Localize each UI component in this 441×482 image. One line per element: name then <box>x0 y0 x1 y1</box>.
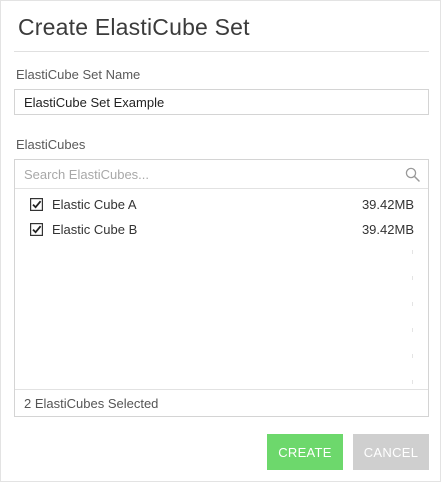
search-bar <box>15 160 428 189</box>
create-button[interactable]: CREATE <box>267 434 343 470</box>
dialog-title: Create ElastiCube Set <box>18 14 250 40</box>
set-name-input[interactable] <box>14 89 429 115</box>
create-elasticube-set-dialog: Create ElastiCube Set ElastiCube Set Nam… <box>0 0 441 482</box>
checkbox-checked-icon[interactable] <box>30 223 43 236</box>
scroll-track[interactable] <box>411 250 414 390</box>
elasticubes-label: ElastiCubes <box>16 137 86 152</box>
title-divider <box>14 51 429 52</box>
search-input[interactable] <box>15 160 395 188</box>
selected-count: 2 ElastiCubes Selected <box>24 396 159 411</box>
cube-size: 39.42MB <box>361 222 414 237</box>
cube-rows: Elastic Cube A 39.42MB Elastic Cube B 39… <box>15 193 428 243</box>
checkbox-checked-icon[interactable] <box>30 198 43 211</box>
cube-name: Elastic Cube B <box>52 222 138 237</box>
list-item[interactable]: Elastic Cube A 39.42MB <box>15 193 428 218</box>
list-footer: 2 ElastiCubes Selected <box>15 389 428 416</box>
elasticubes-list: Elastic Cube A 39.42MB Elastic Cube B 39… <box>14 159 429 417</box>
set-name-label: ElastiCube Set Name <box>16 67 141 82</box>
cube-name: Elastic Cube A <box>52 197 137 212</box>
cube-size: 39.42MB <box>361 197 414 212</box>
cancel-button[interactable]: CANCEL <box>353 434 429 470</box>
list-item[interactable]: Elastic Cube B 39.42MB <box>15 218 428 243</box>
search-icon[interactable] <box>405 167 420 182</box>
